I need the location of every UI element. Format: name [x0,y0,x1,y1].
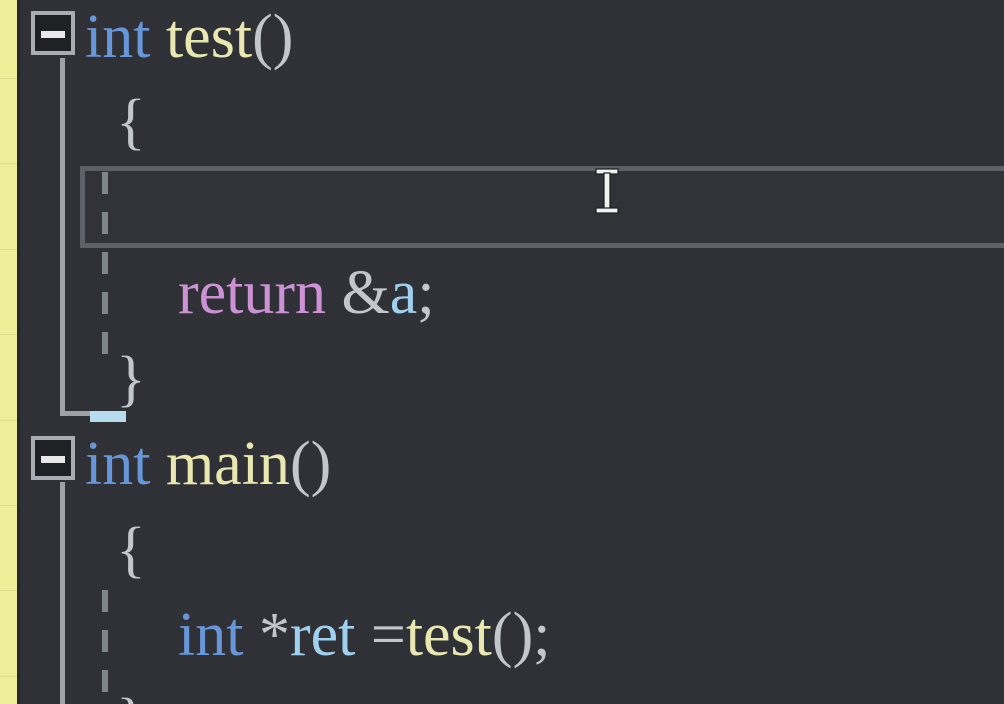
strip-divider [0,334,17,335]
code-text-area[interactable]: int test() { int a = 0;//局部变量 return &a;… [0,0,1004,704]
minus-glyph [41,31,65,38]
code-token: } [85,687,146,704]
code-token: a [389,259,418,327]
fold-collapse-minus-icon[interactable] [31,11,75,55]
current-line-highlight [80,166,1004,248]
strip-divider [0,420,17,421]
editor-gutter[interactable] [20,0,80,704]
code-token: () [289,430,332,498]
code-token: ; [533,601,551,669]
code-token: () [491,601,534,669]
strip-divider [0,676,17,677]
code-token: { [85,88,146,156]
change-marker-strip[interactable] [0,0,17,704]
fold-guide-hook-test [60,411,90,416]
strip-divider [0,78,17,79]
editor-window: int test() { int a = 0;//局部变量 return &a;… [0,0,1004,704]
code-line[interactable]: } [85,337,1004,422]
code-line[interactable]: { [85,508,1004,593]
code-token: * [258,601,290,669]
fold-guide-line-test[interactable] [60,58,65,416]
code-line[interactable]: int *ret =test(); [85,593,1004,678]
code-line[interactable]: int test() [85,0,1004,80]
code-line[interactable]: return &a; [85,251,1004,336]
strip-edge-divider [17,0,20,704]
fold-guide-line-main[interactable] [60,482,65,704]
text-caret [90,411,126,422]
strip-divider [0,590,17,591]
code-token: int [85,3,151,71]
strip-divider [0,163,17,164]
code-token: return [178,259,327,327]
code-line[interactable]: } [85,679,1004,704]
code-token: () [252,3,294,71]
minus-glyph [41,456,65,463]
strip-divider [0,505,17,506]
indent-guide [102,590,108,704]
code-token: test [165,3,253,71]
code-token: test [405,601,492,669]
code-token: { [85,516,146,584]
code-token: ; [417,259,435,327]
code-line[interactable]: int main() [85,422,1004,507]
code-token: int [85,430,151,498]
code-token: } [85,345,146,413]
code-token: main [165,430,290,498]
code-token: int [178,601,244,669]
strip-divider [0,249,17,250]
fold-collapse-minus-icon[interactable] [31,436,75,480]
code-token: ret [289,601,356,669]
code-token: & [341,259,390,327]
code-line[interactable]: { [85,80,1004,165]
code-token: = [355,601,406,669]
indent-guide [102,172,108,372]
